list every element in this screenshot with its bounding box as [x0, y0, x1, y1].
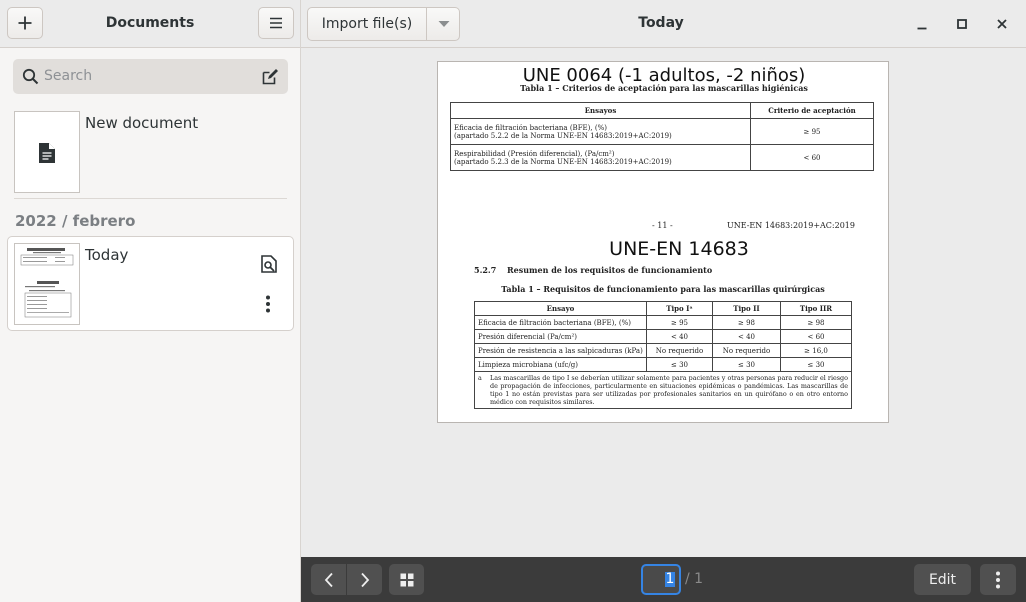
- second-title: UNE-EN 14683: [609, 238, 749, 260]
- table-cell: Eficacia de filtración bacteriana (BFE),…: [450, 118, 751, 145]
- close-icon: [997, 19, 1007, 29]
- new-document-thumbnail[interactable]: [14, 111, 80, 193]
- document-viewer[interactable]: UNE 0064 (-1 adultos, -2 niños) Tabla 1 …: [301, 48, 1026, 557]
- close-button[interactable]: [990, 12, 1014, 36]
- search-placeholder: Search: [44, 68, 93, 84]
- table-cell: Presión diferencial (Pa/cm²): [474, 329, 647, 344]
- document-thumbnail: [14, 243, 80, 325]
- table-row: Respirabilidad (Presión diferencial), (P…: [450, 144, 874, 171]
- table-footnote-row: a Las mascarillas de tipo I se deberían …: [474, 371, 852, 409]
- table1-header: Ensayos: [450, 102, 751, 119]
- table-cell: Limpieza microbiana (ufc/g): [474, 357, 647, 372]
- table2-header: Ensayo: [474, 301, 647, 316]
- table2-caption: Tabla 1 – Requisitos de funcionamiento p…: [501, 284, 825, 294]
- search-input[interactable]: Search: [13, 59, 288, 94]
- grid-icon: [400, 573, 413, 586]
- table-cell: ≤ 30: [712, 357, 781, 372]
- current-page[interactable]: 1: [665, 566, 675, 593]
- table-cell: No requerido: [646, 343, 713, 358]
- plus-icon: [18, 16, 32, 30]
- add-button[interactable]: [7, 7, 43, 39]
- table-cell: ≤ 30: [646, 357, 713, 372]
- document-icon: [39, 143, 55, 163]
- grid-view-button[interactable]: [389, 564, 424, 595]
- maximize-icon: [957, 19, 967, 29]
- table-footnote: a Las mascarillas de tipo I se deberían …: [474, 371, 852, 409]
- table-cell: Respirabilidad (Presión diferencial), (P…: [450, 144, 751, 171]
- table-cell: < 40: [712, 329, 781, 344]
- table-row: Limpieza microbiana (ufc/g) ≤ 30 ≤ 30 ≤ …: [474, 357, 852, 372]
- table2-header: Tipo II: [712, 301, 781, 316]
- chevron-left-icon: [324, 572, 333, 587]
- viewer-pane: Import file(s) Today UNE 0064 (-1 adulto…: [301, 0, 1026, 602]
- sidebar-header: Documents: [0, 0, 300, 48]
- table-cell: ≥ 98: [780, 315, 852, 330]
- table-row: Presión diferencial (Pa/cm²) < 40 < 40 <…: [474, 329, 852, 344]
- table-cell: Eficacia de filtración bacteriana (BFE),…: [474, 315, 647, 330]
- minimize-button[interactable]: [910, 12, 934, 36]
- table-row: Presión de resistencia a las salpicadura…: [474, 343, 852, 358]
- edit-button[interactable]: Edit: [914, 564, 971, 595]
- table2-header: Tipo Iᵃ: [646, 301, 713, 316]
- document-page: UNE 0064 (-1 adultos, -2 niños) Tabla 1 …: [437, 61, 889, 423]
- hamburger-icon: [270, 17, 282, 29]
- chevron-down-icon: [438, 21, 449, 27]
- main-menu-button[interactable]: [258, 7, 294, 39]
- documents-sidebar: Documents Search New document 2022 / feb…: [0, 0, 301, 602]
- table-cell: ≤ 30: [780, 357, 852, 372]
- total-pages: / 1: [685, 571, 704, 587]
- table-row: Eficacia de filtración bacteriana (BFE),…: [474, 315, 852, 330]
- page-preview-icon: [20, 248, 74, 318]
- compose-icon[interactable]: [261, 68, 279, 86]
- section-header: 2022 / febrero: [15, 212, 136, 230]
- import-files-label[interactable]: Import file(s): [308, 8, 426, 40]
- table-cell: ≥ 16,0: [780, 343, 852, 358]
- document-card[interactable]: Today: [7, 236, 294, 331]
- table-cell: ≥ 98: [712, 315, 781, 330]
- table-cell: Presión de resistencia a las salpicadura…: [474, 343, 647, 358]
- table-cell: < 40: [646, 329, 713, 344]
- next-page-button[interactable]: [347, 564, 382, 595]
- minimize-icon: [917, 27, 927, 30]
- table2-header: Tipo IIR: [780, 301, 852, 316]
- page-number-input[interactable]: 1: [641, 564, 681, 595]
- document-preview-icon[interactable]: [260, 255, 278, 273]
- previous-page-button[interactable]: [311, 564, 346, 595]
- document-title[interactable]: Today: [85, 246, 128, 264]
- page-number: - 11 -: [652, 221, 673, 230]
- viewer-header: Import file(s) Today: [301, 0, 1026, 48]
- table-cell: No requerido: [712, 343, 781, 358]
- table-cell: ≥ 95: [750, 118, 874, 145]
- acceptance-table: Ensayos Criterio de aceptación Eficacia …: [450, 102, 874, 171]
- import-files-button[interactable]: Import file(s): [307, 7, 460, 41]
- table-row: Eficacia de filtración bacteriana (BFE),…: [450, 118, 874, 145]
- maximize-button[interactable]: [950, 12, 974, 36]
- more-options-icon: [996, 571, 1000, 588]
- chevron-right-icon: [360, 572, 369, 587]
- table1-header: Criterio de aceptación: [750, 102, 874, 119]
- sidebar-title: Documents: [105, 15, 195, 31]
- more-menu-button[interactable]: [980, 564, 1016, 595]
- divider: [14, 198, 287, 199]
- bottom-toolbar: 1 / 1 Edit: [301, 557, 1026, 602]
- import-dropdown-button[interactable]: [427, 8, 460, 40]
- more-options-icon[interactable]: [265, 295, 271, 313]
- table-cell: < 60: [780, 329, 852, 344]
- requirements-table: Ensayo Tipo Iᵃ Tipo II Tipo IIR Eficacia…: [474, 301, 852, 409]
- norm-reference: UNE-EN 14683:2019+AC:2019: [727, 221, 855, 230]
- table-cell: < 60: [750, 144, 874, 171]
- section-number: 5.2.7: [474, 265, 497, 275]
- section-title: Resumen de los requisitos de funcionamie…: [507, 265, 713, 275]
- search-icon: [22, 68, 39, 85]
- table1-caption: Tabla 1 – Criterios de aceptación para l…: [520, 83, 808, 93]
- new-document-label[interactable]: New document: [85, 114, 198, 132]
- table-cell: ≥ 95: [646, 315, 713, 330]
- window-title: Today: [638, 15, 684, 31]
